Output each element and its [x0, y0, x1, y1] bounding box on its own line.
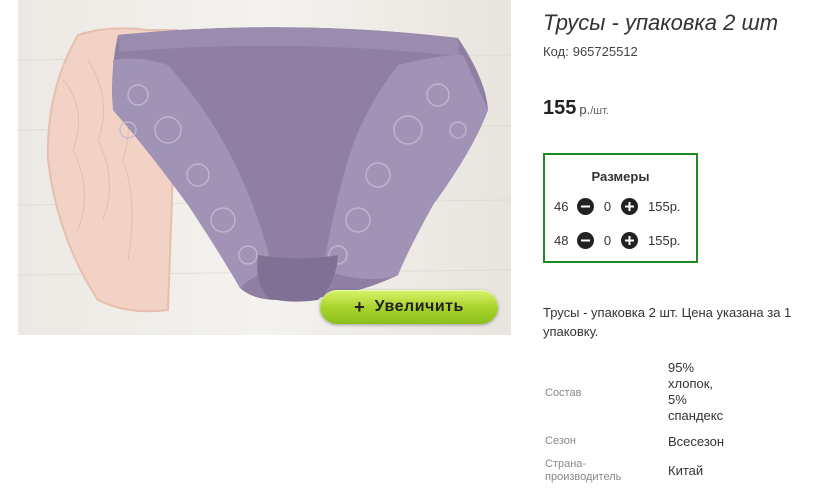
- sizes-box: Размеры 46 0 155р. 48 0 155р.: [543, 153, 698, 263]
- size-row: 48 0 155р.: [554, 230, 681, 250]
- plus-icon: [625, 235, 634, 245]
- size-label: 46: [554, 198, 569, 214]
- product-description: Трусы - упаковка 2 шт. Цена указана за 1…: [543, 305, 792, 339]
- plus-button[interactable]: [621, 231, 638, 249]
- price-unit: /шт.: [590, 105, 609, 117]
- plus-icon: [625, 201, 634, 211]
- price-currency: р.: [579, 102, 591, 117]
- product-sku: Код: 965725512: [543, 44, 638, 59]
- minus-button[interactable]: [577, 197, 594, 215]
- product-title: Трусы - упаковка 2 шт: [543, 10, 779, 35]
- plus-button[interactable]: [621, 197, 638, 215]
- zoom-button-label: Увеличить: [374, 298, 464, 315]
- zoom-button[interactable]: + Увеличить: [320, 290, 498, 324]
- minus-icon: [581, 239, 590, 241]
- minus-button[interactable]: [577, 231, 594, 249]
- product-price: 155 р./шт.: [543, 97, 609, 120]
- sizes-title: Размеры: [591, 169, 650, 184]
- sku-label: Код:: [543, 44, 569, 59]
- spec-value: Китай: [668, 463, 704, 478]
- size-label: 48: [554, 232, 569, 248]
- spec-value: 95% хлопок, 5% спандекс: [668, 360, 724, 423]
- size-row: 46 0 155р.: [554, 196, 681, 216]
- minus-icon: [581, 205, 590, 207]
- size-price: 155р.: [648, 232, 681, 248]
- spec-value: Всесезон: [668, 434, 725, 449]
- sku-value: 965725512: [572, 44, 638, 59]
- spec-key: Страна- производитель: [545, 458, 622, 483]
- plus-icon: +: [354, 297, 365, 317]
- product-image[interactable]: + Увеличить: [18, 0, 511, 335]
- spec-key: Сезон: [545, 435, 576, 447]
- spec-key: Состав: [545, 387, 582, 399]
- price-amount: 155: [543, 97, 577, 119]
- quantity-value: 0: [603, 232, 612, 248]
- product-photo: [18, 27, 511, 313]
- size-price: 155р.: [648, 198, 681, 214]
- quantity-value: 0: [603, 198, 612, 214]
